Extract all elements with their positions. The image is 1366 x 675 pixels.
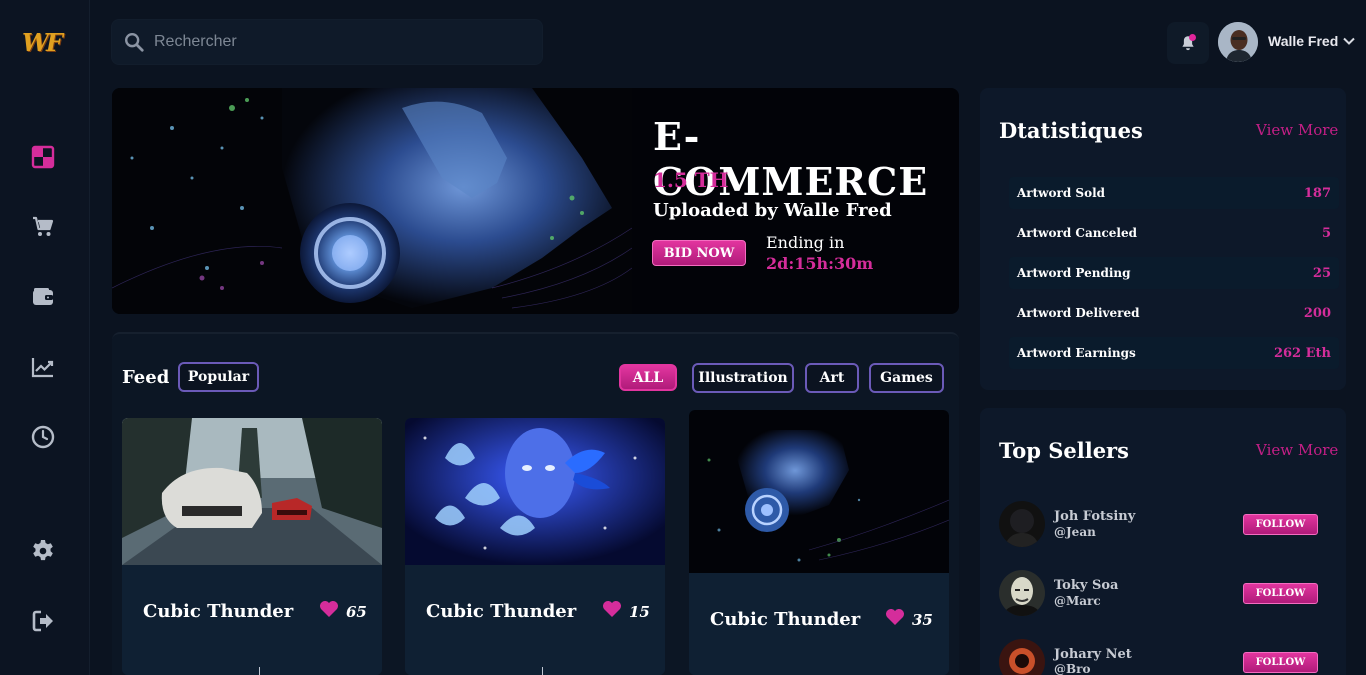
filter-art[interactable]: Art	[805, 363, 859, 393]
stat-label: Artword Delivered	[1017, 306, 1140, 320]
stat-label: Artword Pending	[1017, 266, 1131, 280]
hero-price: 1.5 TH	[653, 168, 729, 192]
statistics-title: Dtatistiques	[999, 118, 1143, 143]
stat-row-pending: Artword Pending 25	[1009, 257, 1339, 289]
seller-handle: @Jean	[1054, 525, 1096, 539]
seller-handle: @Bro	[1054, 662, 1091, 675]
stat-value: 5	[1321, 225, 1331, 241]
card-divider	[542, 667, 543, 675]
app-logo[interactable]: WF	[22, 28, 64, 62]
statistics-view-more-link[interactable]: View More	[1256, 121, 1338, 139]
seller-avatar[interactable]	[999, 570, 1045, 616]
bid-now-button[interactable]: BID NOW	[652, 240, 746, 266]
card-title: Cubic Thunder	[426, 601, 577, 622]
card-likes: 15	[629, 603, 650, 621]
stat-value: 262 Eth	[1273, 345, 1331, 361]
stat-row-delivered: Artword Delivered 200	[1009, 297, 1339, 329]
stat-label: Artword Sold	[1017, 186, 1106, 200]
filter-illustration[interactable]: Illustration	[692, 363, 794, 393]
gear-icon[interactable]	[30, 538, 56, 564]
notification-button[interactable]	[1167, 22, 1209, 64]
sort-popular-button[interactable]: Popular	[178, 362, 259, 392]
logout-icon[interactable]	[30, 608, 56, 634]
seller-name[interactable]: Toky Soa	[1054, 578, 1118, 593]
stat-value: 187	[1303, 185, 1331, 201]
seller-name[interactable]: Joh Fotsiny	[1054, 509, 1135, 524]
sidebar: WF	[0, 0, 90, 675]
hero-uploaded-by: Uploaded by Walle Fred	[653, 200, 892, 221]
user-avatar[interactable]	[1218, 22, 1258, 62]
seller-name[interactable]: Johary Net	[1054, 647, 1132, 662]
heart-icon[interactable]	[602, 600, 622, 618]
wallet-icon[interactable]	[30, 284, 56, 310]
feed-label: Feed	[122, 367, 170, 388]
card-likes: 65	[346, 603, 367, 621]
stat-value: 25	[1312, 265, 1331, 281]
hero-banner: E-COMMERCE 1.5 TH Uploaded by Walle Fred…	[112, 88, 959, 314]
ending-countdown: 2d:15h:30m	[766, 254, 874, 273]
user-name[interactable]: Walle Fred	[1268, 33, 1338, 49]
seller-avatar[interactable]	[999, 501, 1045, 547]
filter-all[interactable]: ALL	[619, 364, 677, 391]
card-image	[405, 418, 665, 565]
search-bar	[111, 19, 543, 65]
follow-button[interactable]: FOLLOW	[1243, 583, 1318, 604]
ending-label: Ending in	[766, 233, 845, 252]
follow-button[interactable]: FOLLOW	[1243, 514, 1318, 535]
search-input[interactable]	[154, 33, 514, 51]
clock-icon[interactable]	[30, 424, 56, 450]
card-divider	[259, 667, 260, 675]
feed-card[interactable]	[689, 410, 949, 675]
stat-row-canceled: Artword Canceled 5	[1009, 217, 1339, 249]
stat-label: Artword Earnings	[1017, 346, 1136, 360]
top-sellers-title: Top Sellers	[999, 438, 1129, 463]
stat-value: 200	[1303, 305, 1331, 321]
top-sellers-view-more-link[interactable]: View More	[1256, 441, 1338, 459]
stat-row-earnings: Artword Earnings 262 Eth	[1009, 337, 1339, 369]
cart-icon[interactable]	[30, 214, 56, 240]
hero-artwork	[112, 88, 632, 314]
chevron-down-icon[interactable]	[1342, 34, 1356, 48]
seller-handle: @Marc	[1054, 594, 1101, 608]
follow-button[interactable]: FOLLOW	[1243, 652, 1318, 673]
search-icon[interactable]	[123, 31, 145, 53]
stat-label: Artword Canceled	[1017, 226, 1137, 240]
card-image	[689, 410, 949, 573]
heart-icon[interactable]	[885, 608, 905, 626]
filter-games[interactable]: Games	[869, 363, 944, 393]
feed-card[interactable]	[122, 418, 382, 675]
notification-badge	[1189, 34, 1196, 41]
dashboard-icon[interactable]	[30, 144, 56, 170]
chart-icon[interactable]	[30, 354, 56, 380]
card-title: Cubic Thunder	[710, 609, 861, 630]
card-title: Cubic Thunder	[143, 601, 294, 622]
feed-card[interactable]	[405, 418, 665, 675]
card-likes: 35	[912, 611, 933, 629]
card-image	[122, 418, 382, 565]
heart-icon[interactable]	[319, 600, 339, 618]
stat-row-sold: Artword Sold 187	[1009, 177, 1339, 209]
